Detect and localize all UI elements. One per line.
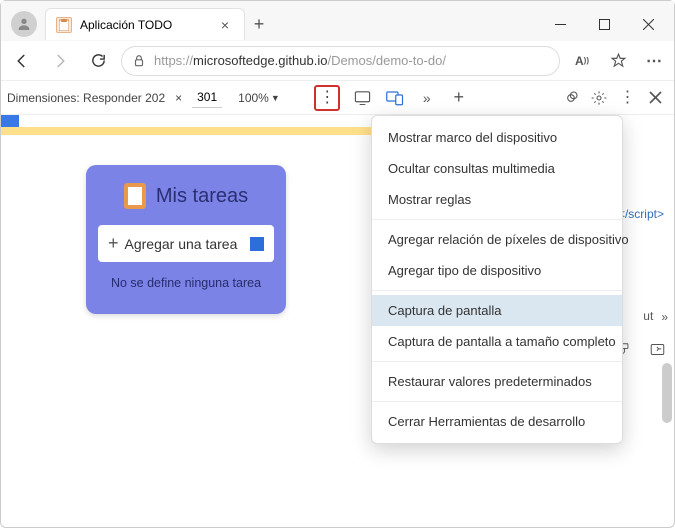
menu-item-show-frame[interactable]: Mostrar marco del dispositivo (372, 122, 622, 153)
browser-tab[interactable]: Aplicación TODO × (45, 8, 245, 40)
kebab-icon: ⋮ (319, 90, 334, 106)
browser-menu-button[interactable]: ⋯ (640, 47, 668, 75)
more-tabs-button[interactable]: » (414, 85, 440, 111)
menu-separator (372, 361, 622, 362)
more-panels-button[interactable]: » (661, 310, 668, 324)
menu-item-add-device-type[interactable]: Agregar tipo de dispositivo (372, 255, 622, 286)
scrollbar-thumb[interactable] (662, 363, 672, 423)
window-close-button[interactable] (626, 9, 670, 39)
menu-item-show-rulers[interactable]: Mostrar reglas (372, 184, 622, 215)
settings-icon[interactable] (586, 85, 612, 111)
menu-item-full-screenshot[interactable]: Captura de pantalla a tamaño completo (372, 326, 622, 357)
address-bar[interactable]: https://microsoftedge.github.io/Demos/de… (121, 46, 560, 76)
refresh-button[interactable] (83, 46, 113, 76)
issues-icon[interactable] (558, 85, 584, 111)
read-aloud-button[interactable]: A)) (568, 47, 596, 75)
add-task-label: Agregar una tarea (125, 236, 238, 252)
devtools-menu-button[interactable]: ⋮ (614, 85, 640, 111)
zoom-selector[interactable]: 100%▼ (238, 91, 280, 105)
tab-favicon (56, 17, 72, 33)
menu-separator (372, 290, 622, 291)
more-options-button[interactable]: ⋮ (314, 85, 340, 111)
add-tab-button[interactable]: + (446, 85, 472, 111)
window-minimize-button[interactable] (538, 9, 582, 39)
dimensions-label[interactable]: Dimensiones: Responder 202 (7, 91, 165, 105)
window-maximize-button[interactable] (582, 9, 626, 39)
url-text: https://microsoftedge.github.io/Demos/de… (154, 53, 446, 68)
favorites-button[interactable] (604, 47, 632, 75)
height-input[interactable] (192, 88, 222, 108)
add-task-button[interactable]: + Agregar una tarea (98, 225, 274, 262)
media-query-bar[interactable] (1, 127, 376, 135)
profile-avatar[interactable] (11, 11, 37, 37)
back-button[interactable] (7, 46, 37, 76)
devtools-close-button[interactable] (642, 85, 668, 111)
empty-state-text: No se define ninguna tarea (98, 276, 274, 290)
forward-button (45, 46, 75, 76)
plus-icon: + (108, 233, 119, 254)
clipboard-icon (124, 183, 146, 209)
device-options-menu: Mostrar marco del dispositivo Ocultar co… (371, 115, 623, 444)
menu-item-reset[interactable]: Restaurar valores predeterminados (372, 366, 622, 397)
menu-separator (372, 401, 622, 402)
site-info-icon[interactable] (132, 54, 146, 68)
focus-caret-icon (250, 237, 264, 251)
tab-close-button[interactable]: × (216, 17, 234, 33)
new-tab-button[interactable]: + (245, 14, 273, 35)
device-viewport: Mis tareas + Agregar una tarea No se def… (86, 165, 286, 314)
menu-item-hide-media[interactable]: Ocultar consultas multimedia (372, 153, 622, 184)
menu-separator (372, 219, 622, 220)
menu-item-add-dpr[interactable]: Agregar relación de píxeles de dispositi… (372, 224, 622, 255)
menu-item-close-devtools[interactable]: Cerrar Herramientas de desarrollo (372, 406, 622, 437)
panel-tab-fragment[interactable]: ut (643, 305, 653, 329)
responsive-icon[interactable] (382, 85, 408, 111)
menu-item-screenshot[interactable]: Captura de pantalla (372, 295, 622, 326)
computed-toggle-icon[interactable] (644, 336, 670, 362)
breakpoint-ruler[interactable] (1, 115, 376, 127)
tab-title: Aplicación TODO (80, 18, 208, 32)
toggle-screencast-icon[interactable] (350, 85, 376, 111)
dimensions-separator: × (175, 91, 182, 105)
app-title: Mis tareas (156, 185, 248, 208)
